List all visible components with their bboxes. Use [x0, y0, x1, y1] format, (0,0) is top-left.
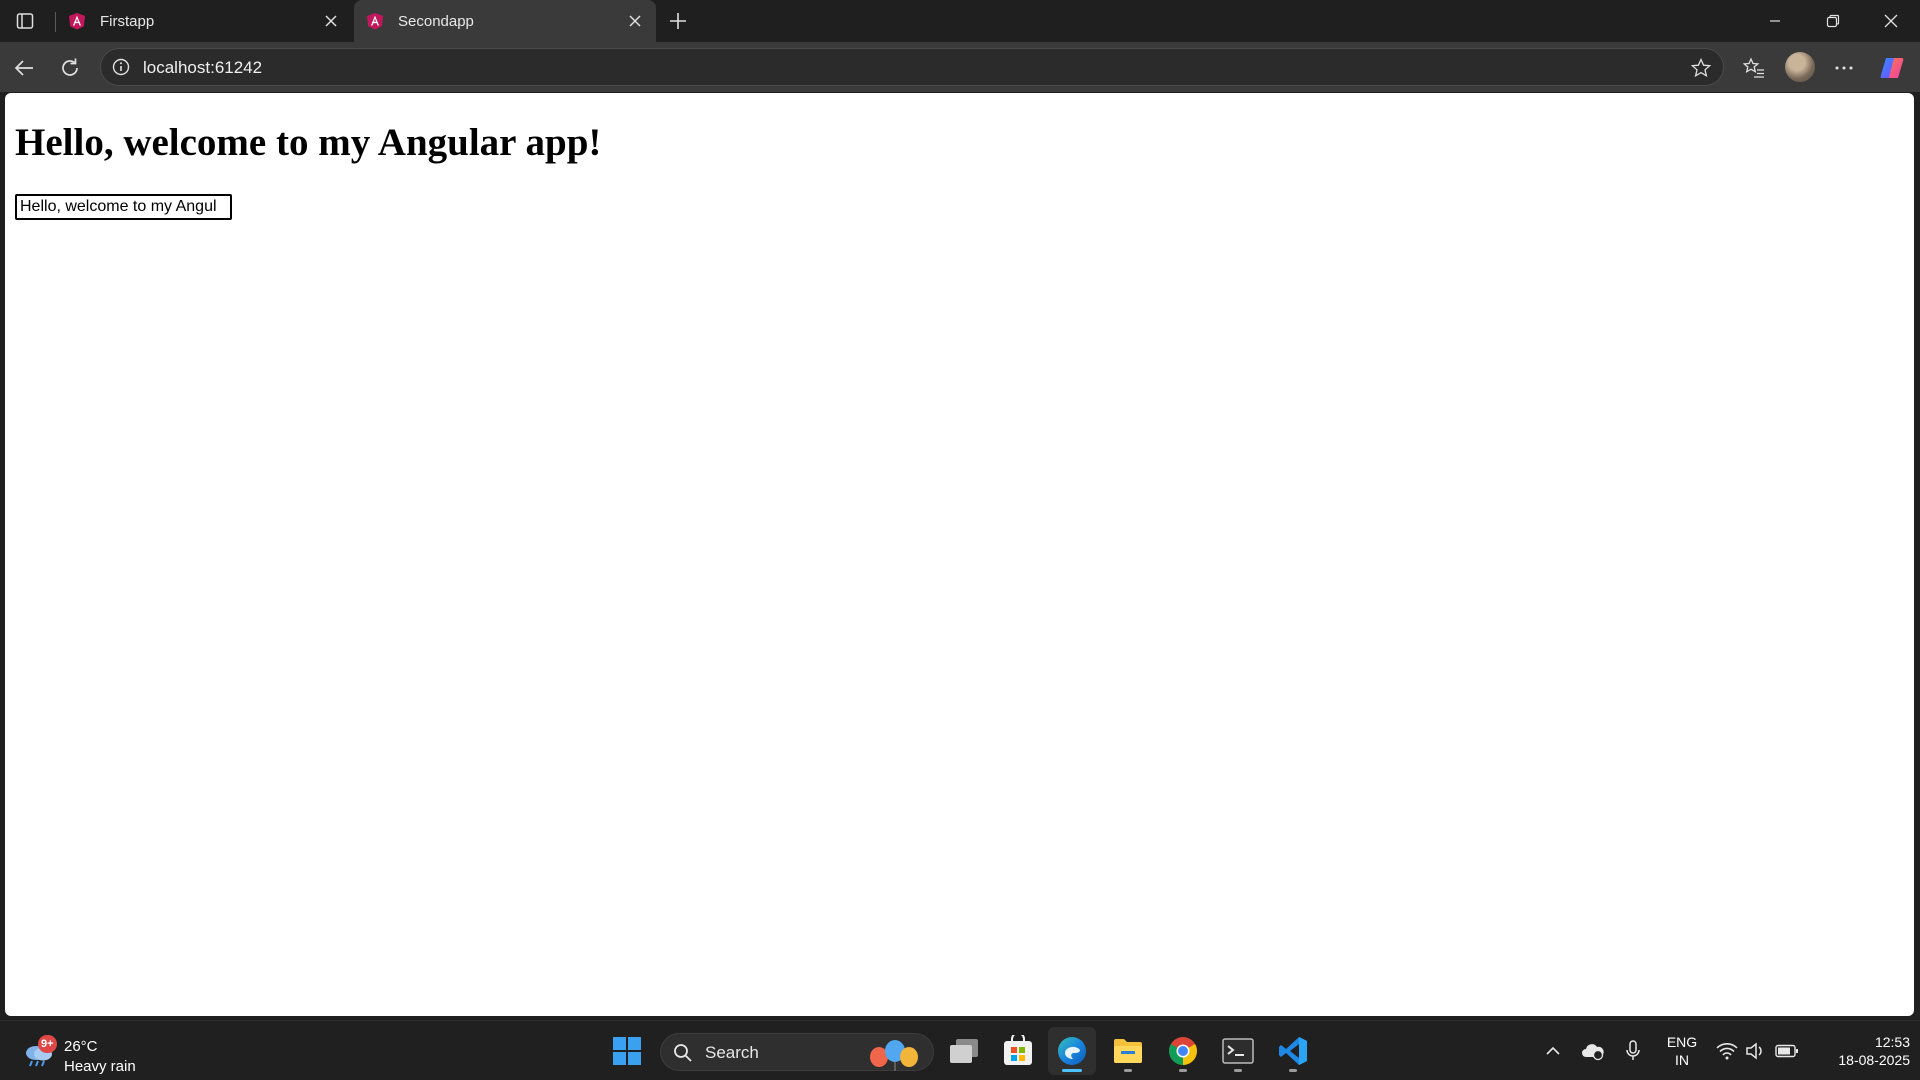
star-icon — [1691, 58, 1711, 78]
tab-title: Firstapp — [100, 12, 155, 30]
favorite-star-button[interactable] — [1689, 56, 1713, 80]
tab-strip: Firstapp Secondapp — [0, 0, 1920, 42]
vscode-button[interactable] — [1269, 1027, 1317, 1075]
restore-button[interactable] — [1804, 0, 1862, 42]
tab-title: Secondapp — [398, 12, 474, 30]
copilot-icon — [1880, 58, 1904, 78]
microsoft-store-button[interactable] — [994, 1027, 1042, 1075]
browser-toolbar: localhost:61242 — [0, 42, 1920, 92]
address-bar[interactable]: localhost:61242 — [100, 48, 1724, 86]
close-window-button[interactable] — [1862, 0, 1920, 42]
speaker-icon — [1746, 1042, 1762, 1060]
angular-favicon-icon — [68, 12, 86, 30]
running-indicator — [1124, 1069, 1132, 1072]
chrome-icon — [1169, 1037, 1197, 1065]
tab-actions-icon — [16, 13, 34, 29]
angular-favicon-icon — [366, 12, 384, 30]
favorites-button[interactable] — [1736, 50, 1772, 86]
store-icon — [1004, 1035, 1032, 1065]
notification-badge: 9+ — [38, 1035, 57, 1053]
tab-secondapp[interactable]: Secondapp — [354, 0, 656, 42]
minimize-button[interactable] — [1746, 0, 1804, 42]
show-hidden-icons-button[interactable] — [1540, 1039, 1566, 1063]
folder-icon — [1114, 1039, 1142, 1063]
url-text[interactable]: localhost:61242 — [143, 58, 262, 78]
close-icon — [629, 15, 641, 27]
close-icon — [1884, 14, 1898, 28]
wifi-icon — [1716, 1043, 1738, 1060]
chrome-button[interactable] — [1159, 1027, 1207, 1075]
terminal-button[interactable] — [1214, 1027, 1262, 1075]
taskbar: 9+ 26°C Heavy rain Search ENG IN 12:53 1… — [0, 1020, 1920, 1080]
running-indicator — [1234, 1069, 1242, 1072]
file-explorer-button[interactable] — [1104, 1027, 1152, 1075]
profile-avatar[interactable] — [1785, 52, 1815, 82]
minimize-icon — [1770, 20, 1780, 22]
favorites-list-icon — [1743, 57, 1764, 78]
text-input[interactable]: Hello, welcome to my Angul — [15, 194, 232, 220]
restore-icon — [1826, 14, 1840, 28]
tab-firstapp[interactable]: Firstapp — [56, 0, 352, 42]
windows-logo-icon — [613, 1037, 641, 1065]
search-icon — [674, 1044, 692, 1062]
terminal-icon — [1222, 1038, 1254, 1064]
region-code: IN — [1675, 1052, 1689, 1068]
weather-widget[interactable]: 9+ 26°C Heavy rain — [20, 1029, 160, 1075]
clock-time: 12:53 — [1874, 1034, 1910, 1050]
vscode-icon — [1279, 1037, 1307, 1065]
tab-actions-button[interactable] — [10, 8, 40, 34]
browser-window: Firstapp Secondapp localhost:61242 Hello… — [0, 0, 1920, 1080]
more-options-button[interactable] — [1826, 50, 1862, 86]
search-label: Search — [705, 1043, 759, 1062]
running-indicator — [1179, 1069, 1187, 1072]
active-indicator — [1062, 1069, 1082, 1072]
more-dots-icon — [1835, 66, 1853, 70]
arrow-left-icon — [14, 60, 33, 76]
battery-icon — [1775, 1044, 1798, 1058]
system-clock[interactable]: 12:53 18-08-2025 — [1810, 1033, 1910, 1069]
close-icon — [325, 15, 337, 27]
wifi-tray-icon[interactable] — [1714, 1039, 1740, 1063]
cloud-sync-icon — [1582, 1044, 1604, 1061]
new-tab-button[interactable] — [664, 8, 692, 34]
edge-button[interactable] — [1048, 1027, 1096, 1075]
running-indicator — [1289, 1069, 1297, 1072]
taskbar-search[interactable]: Search — [660, 1033, 934, 1071]
language-indicator[interactable]: ENG IN — [1660, 1033, 1704, 1069]
page-viewport: Hello, welcome to my Angular app! Hello,… — [5, 93, 1914, 1016]
plus-icon — [670, 13, 686, 29]
clock-date: 18-08-2025 — [1838, 1052, 1910, 1068]
copilot-button[interactable] — [1874, 50, 1910, 86]
reload-button[interactable] — [52, 50, 88, 86]
battery-tray-icon[interactable] — [1774, 1039, 1800, 1063]
task-view-button[interactable] — [940, 1027, 988, 1075]
weather-temperature: 26°C — [64, 1038, 98, 1055]
microphone-tray-icon[interactable] — [1620, 1039, 1646, 1063]
chevron-up-icon — [1546, 1046, 1560, 1055]
microphone-icon — [1626, 1040, 1640, 1060]
task-view-icon — [950, 1039, 978, 1063]
start-button[interactable] — [603, 1027, 651, 1075]
onedrive-tray-icon[interactable] — [1580, 1039, 1606, 1063]
page-title: Hello, welcome to my Angular app! — [15, 121, 602, 164]
site-info-icon[interactable] — [111, 57, 131, 77]
weather-condition: Heavy rain — [64, 1058, 136, 1075]
balloons-icon — [870, 1040, 918, 1071]
reload-icon — [62, 58, 78, 76]
volume-tray-icon[interactable] — [1742, 1039, 1768, 1063]
back-button[interactable] — [6, 50, 42, 86]
edge-icon — [1058, 1037, 1086, 1065]
language-code: ENG — [1666, 1034, 1698, 1050]
tab-close-button[interactable] — [624, 10, 646, 32]
tab-close-button[interactable] — [320, 10, 342, 32]
